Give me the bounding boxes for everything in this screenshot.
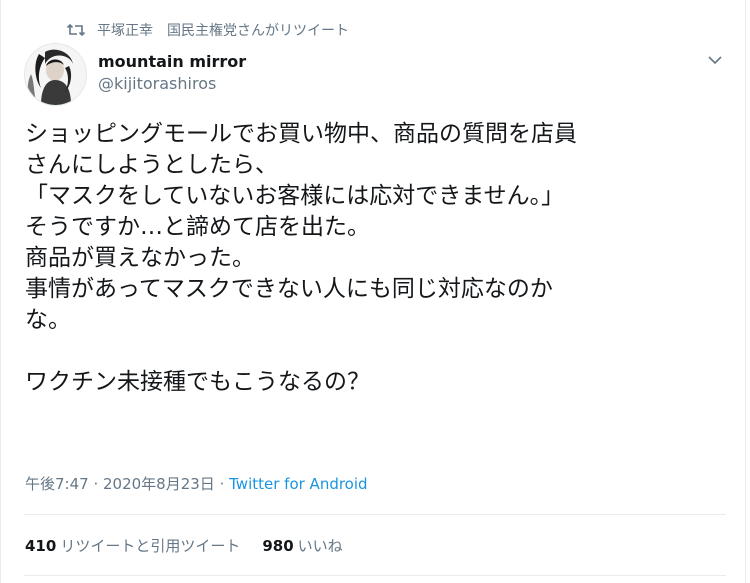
tweet-stats: 410 リツイートと引用ツイート 980 いいね — [25, 535, 343, 557]
likes-stat[interactable]: 980 いいね — [262, 535, 342, 557]
user-info: mountain mirror @kijitorashiros — [98, 52, 246, 96]
tweet-text: ショッピングモールでお買い物中、商品の質問を店員 さんにしようとしたら、 「マス… — [25, 119, 725, 398]
divider — [24, 514, 726, 515]
divider — [24, 575, 726, 576]
tweet-meta: 午後7:47 · 2020年8月23日 · Twitter for Androi… — [25, 473, 368, 495]
retweeter-name[interactable]: 平塚正幸 — [97, 20, 153, 40]
meta-separator: · — [214, 475, 230, 493]
tweet-line: ワクチン未接種でもこうなるの？ — [25, 369, 370, 395]
tweet-line: 事情があってマスクできない人にも同じ対応なのか — [25, 276, 553, 302]
user-handle[interactable]: @kijitorashiros — [98, 72, 246, 96]
tweet-line: さんにしようとしたら、 — [25, 152, 278, 178]
tweet-line: 「マスクをしていないお客様には応対できません。」 — [25, 183, 565, 209]
tweet-line — [25, 336, 725, 367]
tweet-date[interactable]: 2020年8月23日 — [103, 475, 215, 493]
chevron-down-icon[interactable] — [704, 49, 726, 71]
display-name[interactable]: mountain mirror — [98, 52, 246, 72]
tweet-time[interactable]: 午後7:47 — [25, 475, 89, 493]
tweet-line: な。 — [25, 307, 71, 333]
retweet-context: 平塚正幸 国民主権党さんがリツイート — [66, 19, 349, 41]
tweet-line: 商品が買えなかった。 — [25, 245, 255, 271]
tweet-header: mountain mirror @kijitorashiros — [24, 43, 726, 107]
tweet-line: そうですか…と諦めて店を出た。 — [25, 214, 370, 240]
retweet-label: 国民主権党さんがリツイート — [167, 23, 349, 39]
retweets-count: 410 — [25, 537, 57, 555]
retweets-stat[interactable]: 410 リツイートと引用ツイート — [25, 535, 240, 557]
tweet-line: ショッピングモールでお買い物中、商品の質問を店員 — [25, 121, 577, 147]
frame-border-right — [745, 0, 746, 583]
retweet-icon — [66, 21, 88, 39]
likes-label: いいね — [297, 537, 343, 555]
tweet-source-link[interactable]: Twitter for Android — [229, 475, 367, 493]
frame-border-left — [0, 0, 1, 583]
avatar[interactable] — [24, 43, 87, 106]
retweets-label: リツイートと引用ツイート — [60, 537, 241, 555]
likes-count: 980 — [262, 537, 294, 555]
meta-separator: · — [88, 475, 103, 493]
